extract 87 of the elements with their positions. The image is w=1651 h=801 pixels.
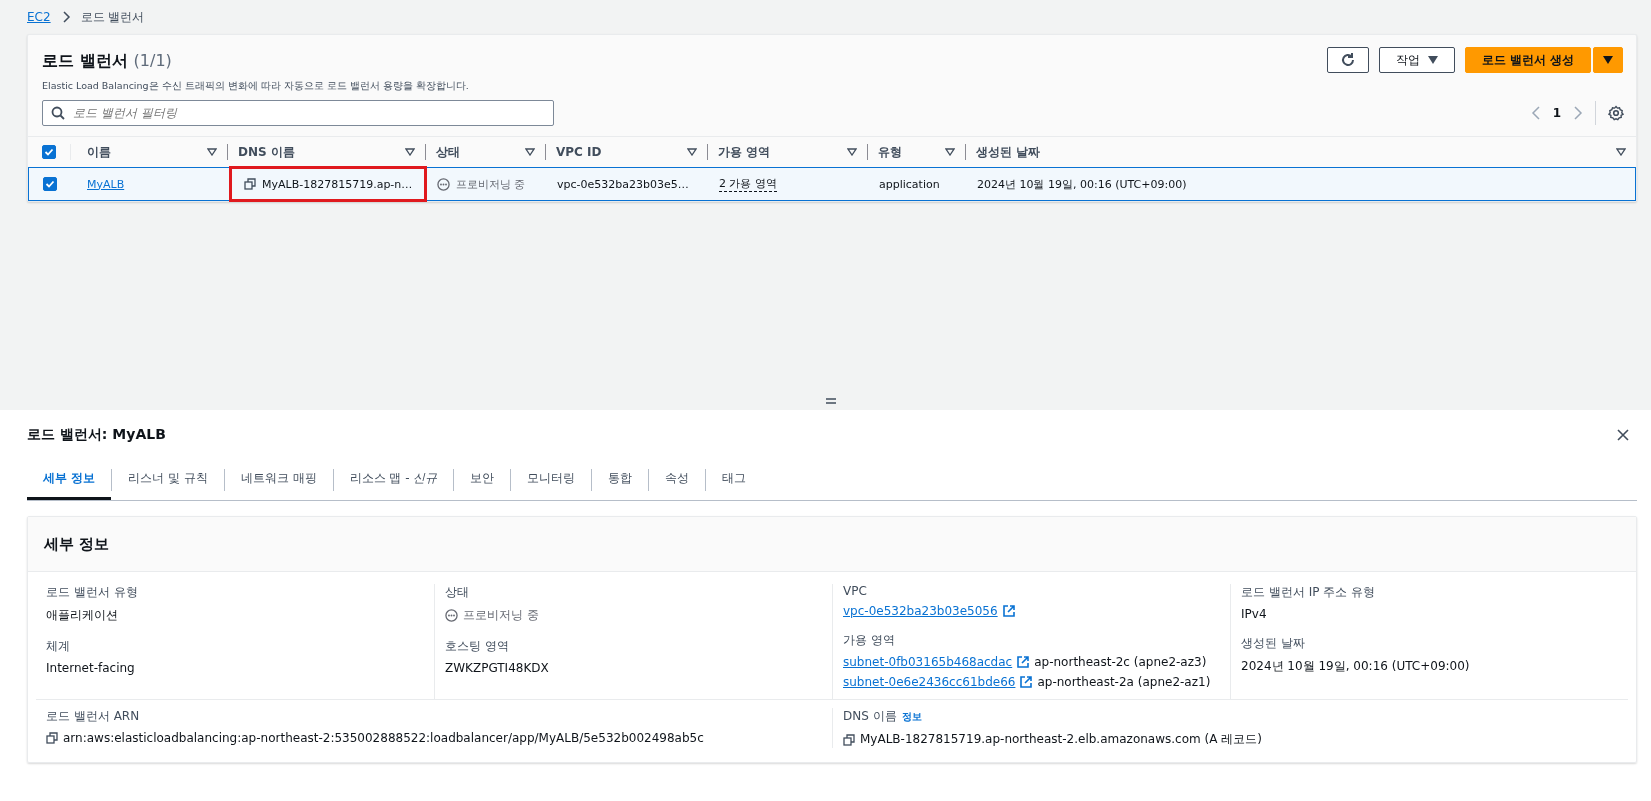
tab[interactable]: 속성: [649, 460, 706, 500]
table-cell: 2024년 10월 19일, 00:16 (UTC+09:00): [977, 176, 1187, 192]
load-balancer-link[interactable]: MyALB: [87, 177, 125, 191]
tab[interactable]: 모니터링: [511, 460, 592, 500]
field-value: Internet-facing: [46, 661, 135, 675]
drag-handle-icon[interactable]: [826, 398, 836, 404]
sort-icon[interactable]: [525, 148, 535, 156]
refresh-button[interactable]: [1326, 47, 1369, 73]
field-label: 로드 밸런서 ARN: [46, 708, 141, 725]
field-label: DNS 이름: [843, 708, 897, 725]
sort-icon[interactable]: [405, 148, 415, 156]
sort-icon[interactable]: [945, 148, 955, 156]
field-value: MyALB-1827815719.ap-northeast-2.elb.amazonaws.com (A 레코드): [860, 731, 1262, 748]
panel-description: Elastic Load Balancing은 수신 트래픽의 변화에 따라 자동으로 로드 밸런서 용량을 확장합니다.: [42, 80, 469, 93]
status-text: 프로비저닝 중: [456, 176, 526, 192]
checkmark-icon: [44, 147, 54, 157]
status-text: 프로비저닝 중: [463, 607, 539, 624]
copy-icon[interactable]: [843, 733, 855, 746]
field-value: ap-northeast-2a (apne2-az1): [1037, 675, 1211, 689]
caret-down-icon: [1427, 56, 1438, 64]
copy-icon[interactable]: [46, 732, 58, 744]
column-header[interactable]: VPC ID: [546, 144, 708, 160]
field-label: 로드 밸런서 IP 주소 유형: [1241, 584, 1377, 601]
column-header[interactable]: 이름: [70, 144, 228, 160]
refresh-icon: [1339, 52, 1356, 68]
detail-panel-title: 로드 밸런서: MyALB: [27, 426, 166, 444]
field-value: ap-northeast-2c (apne2-az3): [1034, 655, 1207, 669]
resource-link[interactable]: vpc-0e532ba23b03e5056: [843, 604, 998, 618]
field-value: IPv4: [1241, 607, 1267, 621]
tab[interactable]: 보안: [454, 460, 511, 500]
sort-icon[interactable]: [687, 148, 697, 156]
settings-icon[interactable]: [1608, 105, 1624, 121]
field-label: 상태: [445, 584, 470, 601]
sort-icon[interactable]: [207, 148, 217, 156]
panel-title: 로드 밸런서: [42, 51, 128, 72]
external-link-icon[interactable]: [1017, 656, 1030, 668]
tab[interactable]: 통합: [592, 460, 649, 500]
select-all-checkbox[interactable]: [42, 145, 56, 159]
create-dropdown-button[interactable]: [1593, 47, 1623, 73]
column-header[interactable]: 상태: [426, 144, 546, 160]
availability-zones-popover[interactable]: 2 가용 영역: [719, 176, 777, 192]
page-number[interactable]: 1: [1552, 106, 1561, 120]
copy-icon[interactable]: [244, 178, 256, 190]
table-cell: application: [879, 177, 940, 191]
resource-link[interactable]: subnet-0e6e2436cc61bde66: [843, 675, 1016, 689]
pending-icon: [437, 177, 450, 191]
row-checkbox[interactable]: [43, 177, 57, 191]
pending-icon: [445, 609, 458, 622]
checkmark-icon: [45, 179, 55, 189]
tab[interactable]: 세부 정보: [27, 460, 112, 500]
column-header[interactable]: 유형: [868, 144, 966, 160]
column-header[interactable]: 생성된 날짜: [966, 144, 1636, 160]
external-link-icon[interactable]: [1002, 605, 1015, 617]
filter-field[interactable]: 로드 밸런서 필터링: [42, 100, 554, 126]
tab[interactable]: 리스너 및 규칙: [112, 460, 224, 500]
field-label: 체계: [46, 638, 71, 655]
dns-name: MyALB-1827815719.ap-n…: [262, 177, 413, 191]
field-label: VPC: [843, 584, 868, 598]
field-label: 호스팅 영역: [445, 638, 510, 655]
field-label: 가용 영역: [843, 632, 896, 649]
create-load-balancer-button[interactable]: 로드 밸런서 생성: [1464, 47, 1591, 73]
field-label: 로드 밸런서 유형: [46, 584, 139, 601]
field-value: 애플리케이션: [46, 607, 118, 624]
table-cell: vpc-0e532ba23b03e5…: [557, 177, 689, 191]
chevron-right-icon: [60, 11, 71, 23]
tab[interactable]: 네트워크 매핑: [224, 460, 333, 500]
field-label: 생성된 날짜: [1241, 635, 1306, 652]
resource-link[interactable]: subnet-0fb03165b468acdac: [843, 655, 1013, 669]
table-row[interactable]: MyALB MyALB-1827815719.ap-n… 프로비저닝 중 vpc-0e532ba23b03e5… 2 가용 영역 application 2024년 10월 19일, 00:16 (UTC+09:00): [28, 167, 1636, 201]
close-icon[interactable]: [1617, 429, 1629, 441]
tab[interactable]: 리소스 맵 - 신규: [333, 460, 454, 500]
column-header[interactable]: 가용 영역: [708, 144, 868, 160]
caret-down-icon: [1603, 56, 1613, 64]
breadcrumb-current: 로드 밸런서: [80, 8, 145, 26]
info-link[interactable]: 정보: [901, 710, 922, 724]
field-value: ZWKZPGTI48KDX: [445, 661, 549, 675]
sort-icon[interactable]: [847, 148, 857, 156]
field-value: arn:aws:elasticloadbalancing:ap-northeast-2:535002888522:loadbalancer/app/MyALB/5e532b002498ab5c: [63, 731, 704, 745]
sort-icon[interactable]: [1616, 148, 1626, 156]
actions-button[interactable]: 작업: [1378, 47, 1455, 73]
panel-count: (1/1): [133, 51, 172, 70]
section-title: 세부 정보: [44, 534, 110, 554]
external-link-icon[interactable]: [1020, 676, 1033, 688]
tab[interactable]: 태그: [706, 460, 763, 500]
field-value: 2024년 10월 19일, 00:16 (UTC+09:00): [1241, 658, 1470, 675]
column-header[interactable]: DNS 이름: [228, 144, 426, 160]
breadcrumb-link[interactable]: EC2: [27, 10, 51, 24]
